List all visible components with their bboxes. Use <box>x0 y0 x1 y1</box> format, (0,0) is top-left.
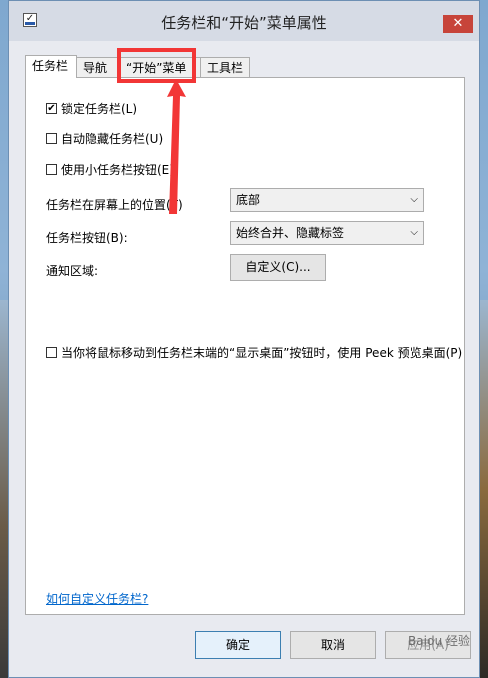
annotation-arrow <box>167 79 186 214</box>
watermark-logo: Baidu 经验 <box>408 634 470 648</box>
arrow-up-icon <box>167 79 186 214</box>
annotation-highlight-box <box>117 48 196 83</box>
